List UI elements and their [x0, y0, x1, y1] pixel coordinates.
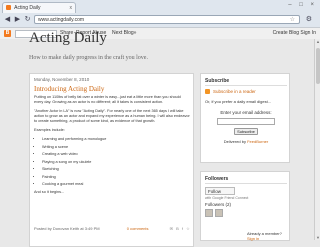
list-item: Painting: [42, 175, 191, 180]
post-body: Putting on 110lbs of belly fat over a wi…: [34, 95, 191, 199]
post-closing: And so it begins...: [34, 190, 65, 194]
post-date: Monday, November 8, 2010: [34, 77, 90, 82]
follower-avatar[interactable]: [205, 209, 213, 217]
list-item: Cooking a gourmet meal: [42, 182, 191, 187]
back-icon[interactable]: ◀: [3, 15, 12, 24]
followers-title: Followers: [205, 176, 229, 182]
navbar-right: Create Blog Sign In: [273, 28, 316, 39]
followers-widget: Followers Follow with Google Friend Conn…: [200, 171, 290, 241]
delivered-prefix: Delivered by: [223, 139, 246, 144]
sign-in-link[interactable]: Sign In: [300, 30, 316, 36]
share-icons[interactable]: ✉ B f ☆: [170, 226, 191, 231]
subscribe-widget: Subscribe Subscribe in a reader Or, if y…: [200, 73, 290, 163]
subscribe-button[interactable]: Subscribe: [234, 128, 258, 135]
blogger-favicon-icon: [6, 5, 11, 11]
reload-icon[interactable]: ↻: [23, 15, 32, 24]
scrollbar-thumb[interactable]: [316, 48, 320, 84]
create-blog-link[interactable]: Create Blog: [273, 30, 299, 36]
browser-toolbar: ◀ ▶ ↻ www.actingdaily.com ☆ ⚙: [0, 13, 320, 27]
blog-page: Acting Daily How to make daily progress …: [0, 30, 320, 247]
follow-button[interactable]: Follow: [205, 187, 235, 195]
post-panel: Monday, November 8, 2010 Introducing Act…: [29, 73, 194, 247]
email-label: Enter your email address:: [220, 110, 272, 115]
window-controls[interactable]: – □ ×: [288, 2, 317, 8]
divider: [205, 183, 287, 184]
list-item: Writing a scene: [42, 145, 191, 150]
comments-link[interactable]: 0 comments: [127, 226, 149, 231]
url-text: www.actingdaily.com: [38, 17, 85, 23]
post-footer: Posted by Donovan Keith at 3:49 PM 0 com…: [34, 226, 191, 231]
follower-avatar[interactable]: [215, 209, 223, 217]
email-field[interactable]: [217, 118, 275, 125]
gfc-note: with Google Friend Connect: [205, 196, 249, 200]
post-paragraph: Putting on 110lbs of belly fat over a wi…: [34, 95, 181, 104]
settings-menu-icon[interactable]: ⚙: [306, 15, 312, 23]
divider: [205, 85, 287, 86]
post-paragraph: Examples include:: [34, 128, 65, 132]
post-title[interactable]: Introducing Acting Daily: [34, 85, 104, 93]
email-digest-note: Or, if you prefer a daily email digest..…: [205, 99, 272, 104]
forward-icon[interactable]: ▶: [13, 15, 22, 24]
post-paragraph: "Another Actor in LA" is now "Acting Dai…: [34, 109, 190, 123]
rss-link-label: Subscribe in a reader: [213, 89, 256, 94]
blog-title[interactable]: Acting Daily: [29, 30, 107, 47]
feedburner-link[interactable]: FeedBurner: [247, 139, 268, 144]
address-bar[interactable]: www.actingdaily.com ☆: [34, 15, 300, 24]
vertical-scrollbar[interactable]: ▲ ▼: [314, 39, 320, 240]
list-item: Learning and performing a monologue: [42, 137, 191, 142]
posted-by: Posted by Donovan Keith at 3:49 PM: [34, 226, 100, 231]
tab-title: Acting Daily: [14, 5, 41, 11]
delivered-by: Delivered by FeedBurner: [201, 139, 291, 144]
bookmark-star-icon[interactable]: ☆: [290, 16, 295, 25]
scroll-up-icon[interactable]: ▲: [315, 39, 320, 44]
list-item: Sketching: [42, 167, 191, 172]
scroll-down-icon[interactable]: ▼: [315, 235, 320, 240]
followers-sign-in-link[interactable]: Sign in: [247, 236, 259, 241]
tab-acting-daily[interactable]: Acting Daily x: [2, 2, 76, 13]
subscribe-title: Subscribe: [205, 78, 230, 84]
list-item: Playing a song on my ukulele: [42, 160, 191, 165]
examples-list: Learning and performing a monologue Writ…: [34, 137, 191, 187]
rss-link[interactable]: Subscribe in a reader: [205, 89, 256, 95]
next-blog-link[interactable]: Next Blog»: [112, 28, 136, 39]
blogger-logo-icon[interactable]: B: [4, 30, 11, 37]
rss-icon: [205, 89, 210, 95]
followers-count: Followers (2): [205, 202, 232, 207]
list-item: Creating a web video: [42, 152, 191, 157]
blog-description: How to make daily progress in the craft …: [29, 55, 148, 61]
